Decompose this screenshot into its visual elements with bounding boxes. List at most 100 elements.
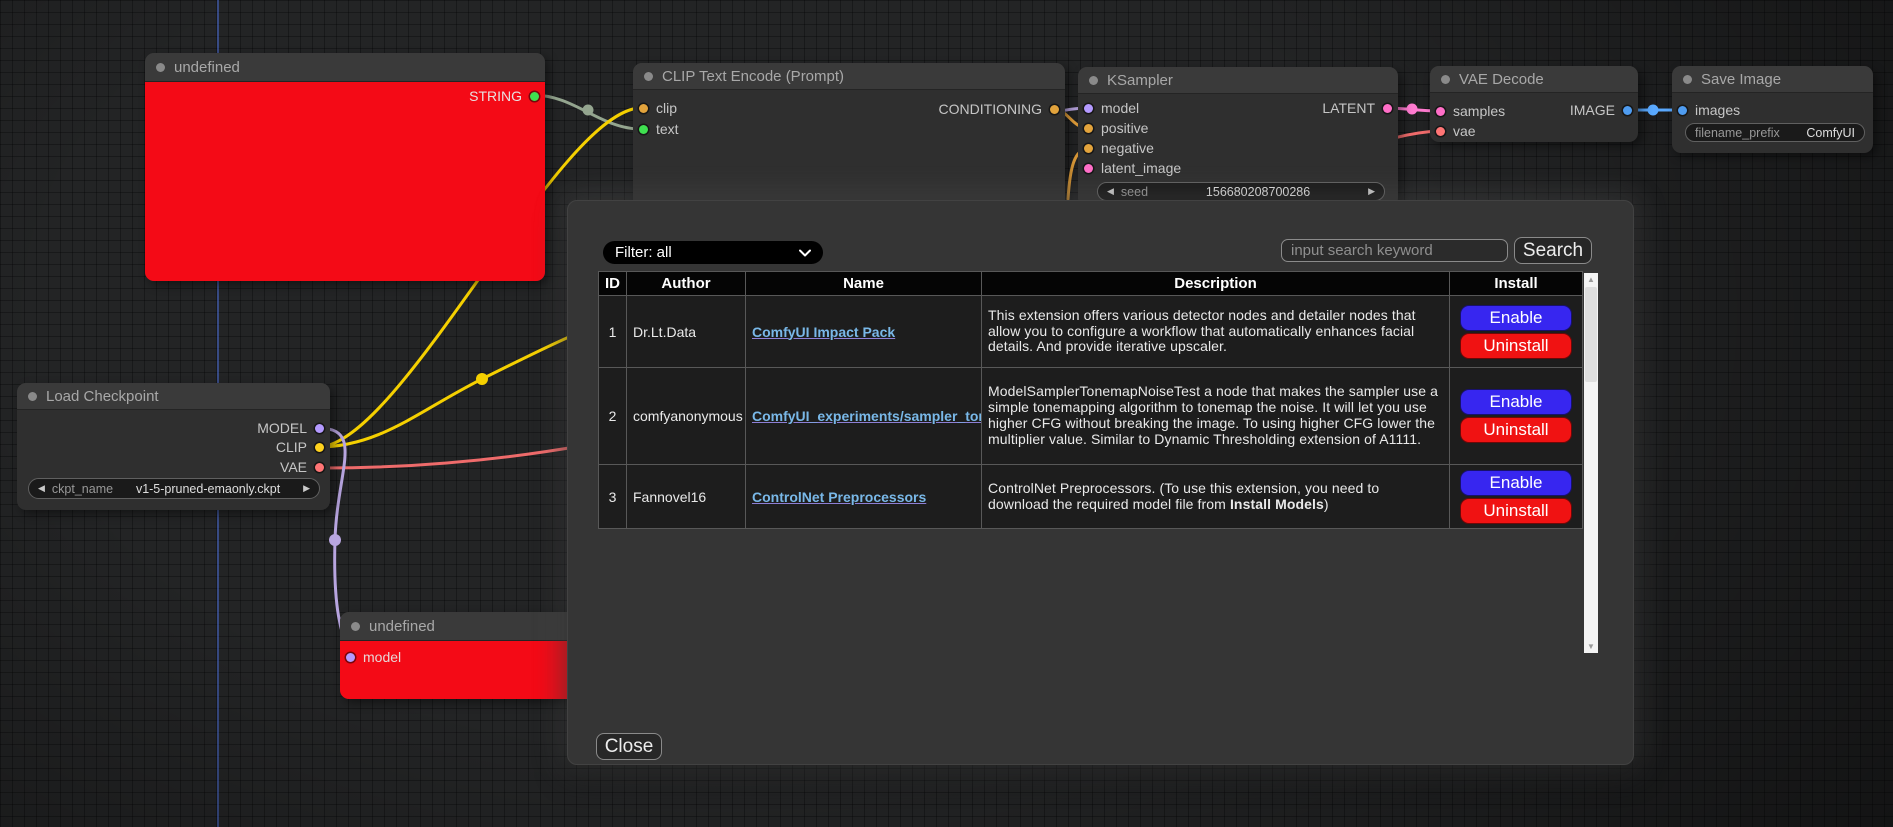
filter-select[interactable]: Filter: all [603,241,823,264]
node-vae-decode[interactable]: VAE Decode samples vae IMAGE [1430,66,1638,142]
cell-install: Enable Uninstall [1450,465,1583,529]
input-slot-clip[interactable]: clip [639,100,677,116]
slot-dot-images[interactable] [1678,106,1687,115]
node-undefined-top[interactable]: undefined STRING [145,53,545,281]
slot-dot-conditioning[interactable] [1050,105,1059,114]
cell-install: Enable Uninstall [1450,296,1583,368]
wire-dot[interactable] [476,373,488,385]
decrement-arrow-icon[interactable]: ◀ [1107,187,1114,196]
collapse-dot-icon[interactable] [351,622,360,631]
wire-dot[interactable] [583,105,594,116]
description-bold: Install Models [1230,496,1324,512]
decrement-arrow-icon[interactable]: ◀ [38,484,45,493]
filename-prefix-widget[interactable]: filename_prefix ComfyUI [1685,123,1865,142]
increment-arrow-icon[interactable]: ▶ [303,484,310,493]
slot-label: model [1101,100,1139,116]
slot-dot-model-out[interactable] [315,424,324,433]
node-title-bar[interactable]: CLIP Text Encode (Prompt) [633,63,1065,90]
slot-dot-samples[interactable] [1436,107,1445,116]
scrollbar-thumb[interactable] [1585,287,1597,382]
slot-dot-text[interactable] [639,125,648,134]
output-slot-vae[interactable]: VAE [280,459,324,475]
collapse-dot-icon[interactable] [1441,75,1450,84]
widget-label: ckpt_name [52,482,113,496]
output-slot-clip[interactable]: CLIP [276,439,324,455]
uninstall-button[interactable]: Uninstall [1460,417,1572,443]
table-scrollbar[interactable]: ▲ ▼ [1584,273,1598,653]
header-id: ID [599,272,627,296]
collapse-dot-icon[interactable] [28,392,37,401]
slot-dot-model[interactable] [1084,104,1093,113]
slot-dot-positive[interactable] [1084,124,1093,133]
output-slot-conditioning[interactable]: CONDITIONING [939,101,1059,117]
input-slot-model[interactable]: model [1084,100,1139,116]
widget-value: v1-5-pruned-emaonly.ckpt [136,482,280,496]
cell-description: ControlNet Preprocessors. (To use this e… [982,465,1450,529]
node-title-bar[interactable]: Load Checkpoint [17,383,330,410]
slot-dot-vae-out[interactable] [315,463,324,472]
seed-widget[interactable]: ◀ seed 156680208700286 ▶ [1097,182,1385,201]
increment-arrow-icon[interactable]: ▶ [1368,187,1375,196]
collapse-dot-icon[interactable] [644,72,653,81]
extension-link[interactable]: ControlNet Preprocessors [752,489,926,505]
collapse-dot-icon[interactable] [1089,76,1098,85]
scroll-up-icon[interactable]: ▲ [1584,273,1598,286]
input-slot-positive[interactable]: positive [1084,120,1148,136]
wire-dot[interactable] [329,534,341,546]
node-title-bar[interactable]: KSampler [1078,67,1398,94]
output-slot-image[interactable]: IMAGE [1570,102,1632,118]
slot-label: IMAGE [1570,102,1615,118]
output-slot-string[interactable]: STRING [469,88,539,104]
slot-label: latent_image [1101,160,1181,176]
description-text: This extension offers various detector n… [988,307,1416,355]
ckpt-name-widget[interactable]: ◀ ckpt_name v1-5-pruned-emaonly.ckpt ▶ [28,478,320,499]
slot-dot-image[interactable] [1623,106,1632,115]
enable-button[interactable]: Enable [1460,470,1572,496]
uninstall-button[interactable]: Uninstall [1460,498,1572,524]
input-slot-negative[interactable]: negative [1084,140,1154,156]
close-button[interactable]: Close [596,733,662,760]
slot-dot-vae[interactable] [1436,127,1445,136]
input-slot-samples[interactable]: samples [1436,103,1505,119]
cell-description: ModelSamplerTonemapNoiseTest a node that… [982,368,1450,465]
node-title-bar[interactable]: VAE Decode [1430,66,1638,93]
input-slot-vae[interactable]: vae [1436,123,1476,139]
slot-dot-string[interactable] [530,92,539,101]
input-slot-images[interactable]: images [1678,102,1740,118]
header-author: Author [627,272,746,296]
wire-dot[interactable] [1648,105,1659,116]
scroll-down-icon[interactable]: ▼ [1584,640,1598,653]
slot-dot-clip-out[interactable] [315,443,324,452]
node-clip-text-encode[interactable]: CLIP Text Encode (Prompt) clip text COND… [633,63,1065,213]
slot-dot-negative[interactable] [1084,144,1093,153]
slot-dot-model[interactable] [346,653,355,662]
input-slot-latent-image[interactable]: latent_image [1084,160,1181,176]
search-input[interactable] [1281,239,1508,262]
node-save-image[interactable]: Save Image images filename_prefix ComfyU… [1672,66,1873,153]
extension-link[interactable]: ComfyUI_experiments/sampler_tonemap [752,408,982,424]
search-button[interactable]: Search [1514,237,1592,264]
collapse-dot-icon[interactable] [156,63,165,72]
wire-dot[interactable] [1407,104,1418,115]
node-title-bar[interactable]: Save Image [1672,66,1873,93]
output-slot-model[interactable]: MODEL [257,420,324,436]
enable-button[interactable]: Enable [1460,305,1572,331]
collapse-dot-icon[interactable] [1683,75,1692,84]
node-ksampler[interactable]: KSampler model positive negative latent_… [1078,67,1398,207]
extension-link[interactable]: ComfyUI Impact Pack [752,324,895,340]
slot-dot-latent-image[interactable] [1084,164,1093,173]
uninstall-button[interactable]: Uninstall [1460,333,1572,359]
node-title-bar[interactable]: undefined [145,53,545,82]
input-slot-model[interactable]: model [346,649,401,665]
node-load-checkpoint[interactable]: Load Checkpoint MODEL CLIP VAE ◀ ckpt_na… [17,383,330,510]
slot-label: VAE [280,459,307,475]
node-title: Save Image [1701,71,1781,88]
node-title: CLIP Text Encode (Prompt) [662,68,844,85]
slot-dot-latent[interactable] [1383,104,1392,113]
slot-label: MODEL [257,420,307,436]
enable-button[interactable]: Enable [1460,389,1572,415]
slot-dot-clip[interactable] [639,104,648,113]
node-title: undefined [369,618,435,635]
output-slot-latent[interactable]: LATENT [1322,100,1392,116]
input-slot-text[interactable]: text [639,121,679,137]
